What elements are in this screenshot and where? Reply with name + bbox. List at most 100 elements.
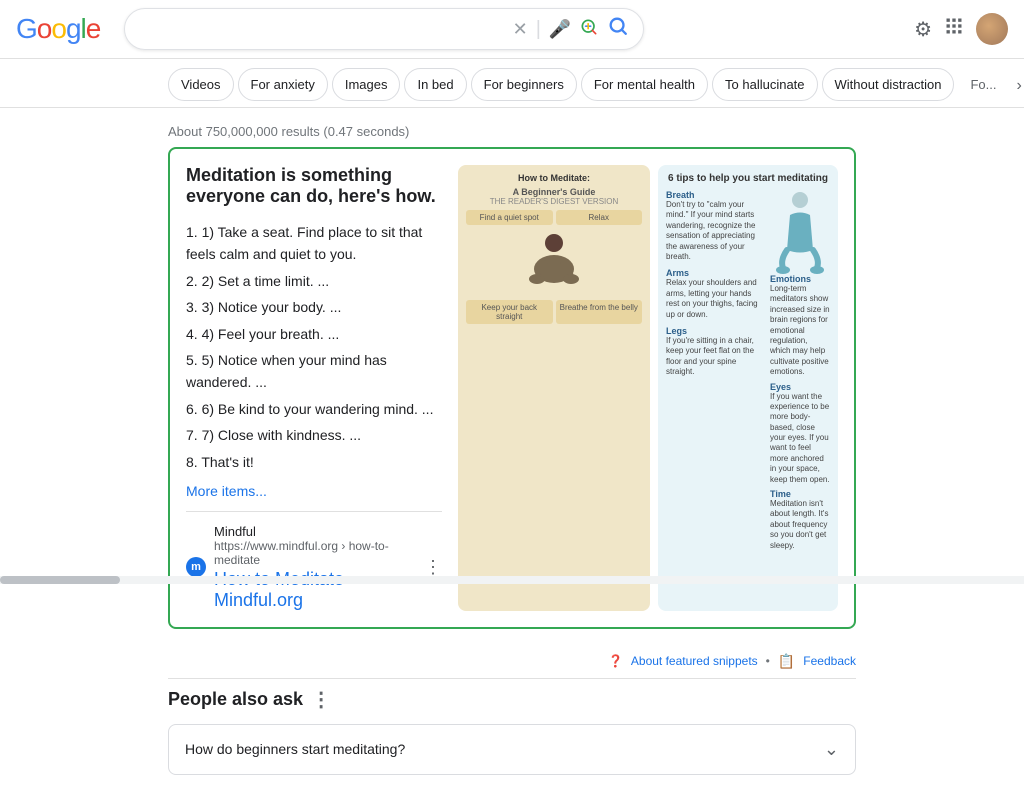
featured-snippet: Meditation is something everyone can do,… (168, 147, 856, 629)
card1-item: Keep your back straight (466, 300, 553, 324)
search-input[interactable]: how to meditate (139, 20, 504, 38)
paa-expand-icon: ⌄ (824, 739, 839, 760)
more-items-link[interactable]: More items... (186, 483, 442, 499)
header-right: ⚙ (914, 13, 1008, 45)
nav-tabs: Videos For anxiety Images In bed For beg… (0, 59, 1024, 108)
more-options-icon[interactable]: ⋮ (424, 557, 442, 578)
card1-note: THE READER'S DIGEST VERSION (490, 197, 619, 206)
image-card-beginners: How to Meditate: A Beginner's Guide THE … (458, 165, 650, 611)
microphone-icon[interactable]: 🎤 (549, 19, 571, 40)
paa-question-1: How do beginners start meditating? (185, 741, 405, 757)
list-item: 6. 6) Be kind to your wandering mind. ..… (186, 396, 442, 422)
snippet-title: Meditation is something everyone can do,… (186, 165, 442, 207)
tab-for-anxiety[interactable]: For anxiety (238, 68, 328, 101)
result-stats: About 750,000,000 results (0.47 seconds) (168, 116, 856, 147)
tab-videos[interactable]: Videos (168, 68, 234, 101)
people-also-ask-section: People also ask ⋮ How do beginners start… (168, 678, 856, 775)
card1-item: Find a quiet spot (466, 210, 553, 225)
avatar[interactable] (976, 13, 1008, 45)
tip-eyes-text: If you want the experience to be more bo… (770, 392, 830, 486)
scrollbar-thumb[interactable] (0, 576, 120, 584)
card1-grid: Find a quiet spot Relax (466, 210, 642, 225)
tips-right-labels: Emotions Long-term meditators show incre… (770, 274, 830, 551)
tip-breath-label: Breath (666, 190, 766, 200)
tab-in-bed[interactable]: In bed (404, 68, 466, 101)
tip-emotions-label: Emotions (770, 274, 830, 284)
tip-arms-text: Relax your shoulders and arms, letting y… (666, 278, 766, 320)
tip-legs-label: Legs (666, 326, 766, 336)
card1-grid2: Keep your back straight Breathe from the… (466, 300, 642, 324)
divider: | (536, 18, 541, 41)
logo-o1: o (37, 13, 52, 45)
section-divider (168, 678, 856, 679)
header: Google how to meditate ✕ | 🎤 ⚙ (0, 0, 1024, 59)
search-bar: how to meditate ✕ | 🎤 (124, 8, 644, 50)
tips-content: Breath Don't try to "calm your mind." If… (666, 190, 830, 551)
tab-more-truncated[interactable]: Fo... (958, 69, 1008, 100)
footer-dot: • (766, 654, 770, 668)
logo-g2: g (66, 13, 81, 45)
image-card-tips: 6 tips to help you start meditating Brea… (658, 165, 838, 611)
source-name: Mindful (214, 524, 416, 539)
google-logo: Google (16, 13, 100, 45)
tab-for-beginners[interactable]: For beginners (471, 68, 577, 101)
tip-legs: Legs If you're sitting in a chair, keep … (666, 326, 766, 378)
snippet-footer: ❓ About featured snippets • 📋 Feedback (168, 645, 856, 670)
clear-icon[interactable]: ✕ (513, 19, 528, 40)
tip-eyes-label: Eyes (770, 382, 830, 392)
list-item: 5. 5) Notice when your mind has wandered… (186, 347, 442, 396)
tips-title: 6 tips to help you start meditating (666, 173, 830, 184)
tip-breath-text: Don't try to "calm your mind." If your m… (666, 200, 766, 262)
card1-subtitle: A Beginner's Guide (513, 187, 596, 197)
tip-legs-text: If you're sitting in a chair, keep your … (666, 336, 766, 378)
card1-item: Breathe from the belly (556, 300, 643, 324)
scrollbar[interactable] (0, 576, 1024, 584)
logo-o2: o (51, 13, 66, 45)
list-item: 7. 7) Close with kindness. ... (186, 422, 442, 448)
tips-figure-svg (775, 190, 825, 280)
nav-next-icon[interactable]: › (1012, 73, 1024, 99)
tab-to-hallucinate[interactable]: To hallucinate (712, 68, 818, 101)
source-url: https://www.mindful.org › how-to-meditat… (214, 539, 416, 567)
tips-list: Breath Don't try to "calm your mind." If… (666, 190, 766, 551)
card1-title: How to Meditate: (518, 173, 590, 183)
source-info: Mindful https://www.mindful.org › how-to… (214, 524, 416, 611)
source-favicon: m (186, 557, 206, 577)
feedback-link[interactable]: Feedback (803, 654, 856, 668)
card1-item: Relax (556, 210, 643, 225)
tip-emotions-text: Long-term meditators show increased size… (770, 284, 830, 378)
settings-icon[interactable]: ⚙ (914, 17, 932, 42)
source-row: m Mindful https://www.mindful.org › how-… (186, 511, 442, 611)
list-item: 3. 3) Notice your body. ... (186, 294, 442, 320)
paa-options-icon[interactable]: ⋮ (311, 687, 331, 712)
search-submit-icon[interactable] (607, 15, 629, 43)
tip-breath: Breath Don't try to "calm your mind." If… (666, 190, 766, 262)
list-item: 2. 2) Set a time limit. ... (186, 268, 442, 294)
logo-e: e (86, 13, 101, 45)
tip-time-text: Meditation isn't about length. It's abou… (770, 499, 830, 551)
favicon-letter: m (191, 561, 201, 573)
snippet-text: Meditation is something everyone can do,… (186, 165, 442, 611)
meditator-svg (527, 231, 582, 296)
paa-title: People also ask (168, 689, 303, 710)
apps-icon[interactable] (944, 16, 964, 42)
list-item: 8. That's it! (186, 449, 442, 475)
logo-g: G (16, 13, 37, 45)
tip-arms: Arms Relax your shoulders and arms, lett… (666, 268, 766, 320)
tab-for-mental-health[interactable]: For mental health (581, 68, 708, 101)
tip-arms-label: Arms (666, 268, 766, 278)
feedback-icon: 📋 (778, 653, 795, 670)
lens-icon[interactable] (579, 17, 599, 42)
list-item: 1. 1) Take a seat. Find place to sit tha… (186, 219, 442, 268)
tips-right: Emotions Long-term meditators show incre… (770, 190, 830, 551)
people-also-ask-header: People also ask ⋮ (168, 687, 856, 712)
about-featured-snippets-link[interactable]: About featured snippets (631, 654, 758, 668)
paa-item-1[interactable]: How do beginners start meditating? ⌄ (168, 724, 856, 775)
question-icon: ❓ (608, 654, 623, 668)
list-item: 4. 4) Feel your breath. ... (186, 321, 442, 347)
tab-without-distraction[interactable]: Without distraction (822, 68, 955, 101)
tab-images[interactable]: Images (332, 68, 401, 101)
snippet-list: 1. 1) Take a seat. Find place to sit tha… (186, 219, 442, 475)
main-content: About 750,000,000 results (0.47 seconds)… (0, 108, 1024, 791)
snippet-images: How to Meditate: A Beginner's Guide THE … (458, 165, 838, 611)
